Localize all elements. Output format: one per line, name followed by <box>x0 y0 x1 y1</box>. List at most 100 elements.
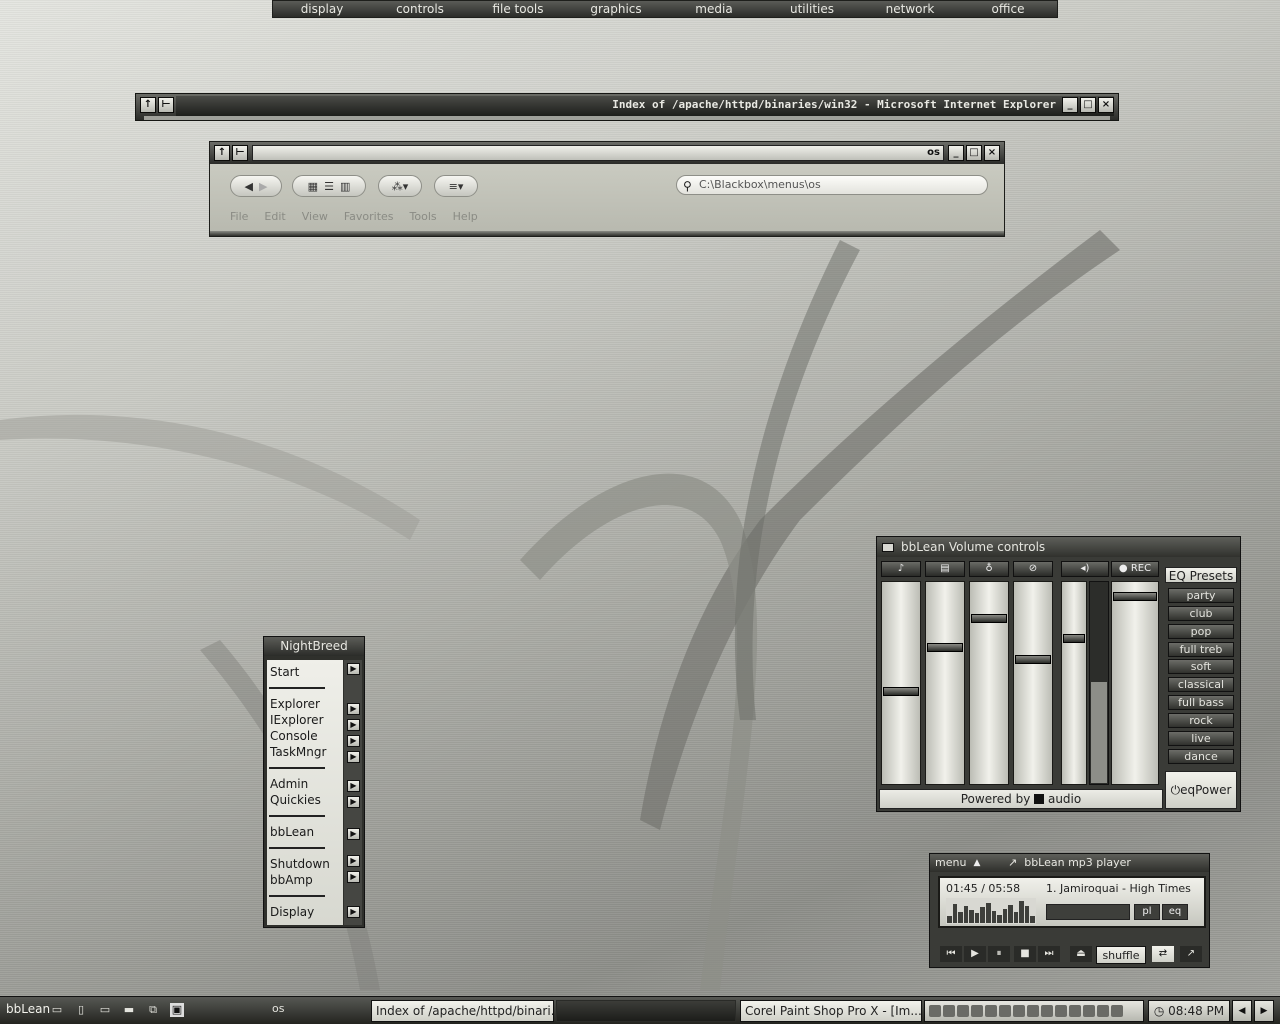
forward-arrow-icon[interactable]: ▶ <box>259 180 267 193</box>
task-ie[interactable]: Index of /apache/httpd/binari... <box>371 1000 554 1022</box>
submenu-arrow-icon[interactable]: ▶ <box>347 828 360 840</box>
stop-icon[interactable]: ■ <box>1014 946 1036 962</box>
list-view-icon[interactable]: ☰ <box>324 180 334 193</box>
action-menu-button[interactable]: ⁂▾ <box>378 175 422 197</box>
top-menu-display[interactable]: display <box>273 1 371 17</box>
eject-icon[interactable]: ⏏ <box>1070 946 1092 962</box>
submenu-arrow-icon[interactable]: ▶ <box>347 871 360 883</box>
tray-icon[interactable] <box>1083 1005 1095 1017</box>
slider-thumb[interactable] <box>1113 592 1157 601</box>
workspace-icon[interactable]: ▣ <box>170 1003 184 1017</box>
tray-icon[interactable] <box>1041 1005 1053 1017</box>
menu-item-console[interactable]: Console <box>270 729 318 743</box>
submenu-arrow-icon[interactable]: ▶ <box>347 751 360 763</box>
explorer-maximize-button[interactable]: □ <box>966 145 982 161</box>
menu-help[interactable]: Help <box>453 210 478 223</box>
explorer-raise-button[interactable]: ↑ <box>214 145 230 161</box>
submenu-arrow-icon[interactable]: ▶ <box>347 663 360 675</box>
menu-tools[interactable]: Tools <box>410 210 437 223</box>
submenu-arrow-icon[interactable]: ▶ <box>347 735 360 747</box>
top-menu-media[interactable]: media <box>665 1 763 17</box>
top-menu-file-tools[interactable]: file tools <box>469 1 567 17</box>
tray-icon[interactable] <box>1111 1005 1123 1017</box>
tray-icon[interactable] <box>1027 1005 1039 1017</box>
menu-file[interactable]: File <box>230 210 248 223</box>
slider-thumb[interactable] <box>1015 655 1051 664</box>
seek-and-balance-sliders[interactable] <box>1046 904 1130 920</box>
equalizer-button[interactable]: eq <box>1162 904 1188 920</box>
cd-icon[interactable]: ▤ <box>925 561 965 577</box>
screen-icon[interactable]: ▬ <box>122 1003 136 1017</box>
top-menu-network[interactable]: network <box>861 1 959 17</box>
submenu-arrow-icon[interactable]: ▶ <box>347 703 360 715</box>
tray-icon[interactable] <box>943 1005 955 1017</box>
icons-view-icon[interactable]: ▦ <box>308 180 318 193</box>
mp3-menu-button[interactable]: menu <box>932 856 969 870</box>
repeat-icon[interactable]: ⇄ <box>1152 946 1174 962</box>
arrange-menu-button[interactable]: ≡▾ <box>434 175 478 197</box>
top-menu-controls[interactable]: controls <box>371 1 469 17</box>
eq-preset-pop[interactable]: pop <box>1168 624 1234 639</box>
menu-item-quickies[interactable]: Quickies <box>270 793 321 807</box>
eq-preset-club[interactable]: club <box>1168 606 1234 621</box>
ie-minimize-button[interactable]: _ <box>1062 97 1078 113</box>
address-field[interactable]: ⚲ C:\Blackbox\menus\os <box>676 175 988 195</box>
volume-slider-mic[interactable] <box>969 581 1009 785</box>
explorer-close-button[interactable]: × <box>984 145 1000 161</box>
phone-icon[interactable]: ▯ <box>74 1003 88 1017</box>
volume-slider-line[interactable] <box>1013 581 1053 785</box>
prev-workspace-arrow-icon[interactable]: ◀ <box>1232 1000 1252 1022</box>
menu-edit[interactable]: Edit <box>264 210 285 223</box>
slider-thumb[interactable] <box>883 687 919 696</box>
menu-item-display[interactable]: Display <box>270 905 314 919</box>
tray-icon[interactable] <box>1069 1005 1081 1017</box>
shuffle-button[interactable]: shuffle <box>1096 946 1146 964</box>
menu-item-iexplorer[interactable]: IExplorer <box>270 713 324 727</box>
tray-icon[interactable] <box>1097 1005 1109 1017</box>
next-workspace-arrow-icon[interactable]: ▶ <box>1254 1000 1274 1022</box>
submenu-arrow-icon[interactable]: ▶ <box>347 796 360 808</box>
tray-icon[interactable] <box>985 1005 997 1017</box>
ie-stick-button[interactable]: ⊢ <box>158 97 174 113</box>
eq-preset-dance[interactable]: dance <box>1168 749 1234 764</box>
menu-item-bblean[interactable]: bbLean <box>270 825 314 839</box>
rec-volume-slider[interactable] <box>1111 581 1159 785</box>
line-in-icon[interactable]: ⊘ <box>1013 561 1053 577</box>
top-menu-graphics[interactable]: graphics <box>567 1 665 17</box>
slider-thumb[interactable] <box>1063 634 1085 643</box>
eq-preset-live[interactable]: live <box>1168 731 1234 746</box>
speaker-icon[interactable]: ◂) <box>1061 561 1109 577</box>
menu-item-shutdown[interactable]: Shutdown <box>270 857 330 871</box>
menu-item-admin[interactable]: Admin <box>270 777 308 791</box>
rec-button[interactable]: ● REC <box>1111 561 1159 577</box>
master-volume-slider[interactable] <box>1061 581 1087 785</box>
next-track-icon[interactable]: ⏭ <box>1038 946 1060 962</box>
menu-item-taskmngr[interactable]: TaskMngr <box>270 745 326 759</box>
window-icon[interactable]: ▭ <box>50 1003 64 1017</box>
submenu-arrow-icon[interactable]: ▶ <box>347 855 360 867</box>
menu-item-bbamp[interactable]: bbAmp <box>270 873 313 887</box>
tray-icon[interactable] <box>957 1005 969 1017</box>
back-arrow-icon[interactable]: ◀ <box>245 180 253 193</box>
ie-window[interactable]: ↑ ⊢ Index of /apache/httpd/binaries/win3… <box>135 93 1119 121</box>
volume-titlebar[interactable]: bbLean Volume controls <box>877 537 1240 557</box>
collapse-arrow-icon[interactable]: ▲ <box>970 856 984 870</box>
eq-preset-full-bass[interactable]: full bass <box>1168 695 1234 710</box>
play-icon[interactable]: ▶ <box>964 946 986 962</box>
submenu-arrow-icon[interactable]: ▶ <box>347 780 360 792</box>
menu-view[interactable]: View <box>302 210 328 223</box>
eq-preset-soft[interactable]: soft <box>1168 659 1234 674</box>
tray-icon[interactable] <box>1055 1005 1067 1017</box>
menu-favorites[interactable]: Favorites <box>344 210 394 223</box>
task-paintshop[interactable]: Corel Paint Shop Pro X - [Im... <box>740 1000 922 1022</box>
tray-icon[interactable] <box>971 1005 983 1017</box>
volume-slider-cd[interactable] <box>925 581 965 785</box>
top-menu-office[interactable]: office <box>959 1 1057 17</box>
tray-icon[interactable] <box>1013 1005 1025 1017</box>
menu-item-start[interactable]: Start <box>270 665 299 679</box>
ie-raise-button[interactable]: ↑ <box>140 97 156 113</box>
nightbreed-menu-title[interactable]: NightBreed <box>264 637 364 656</box>
pin-icon[interactable]: ↗ <box>1180 946 1202 962</box>
ie-close-button[interactable]: × <box>1098 97 1114 113</box>
ie-maximize-button[interactable]: □ <box>1080 97 1096 113</box>
